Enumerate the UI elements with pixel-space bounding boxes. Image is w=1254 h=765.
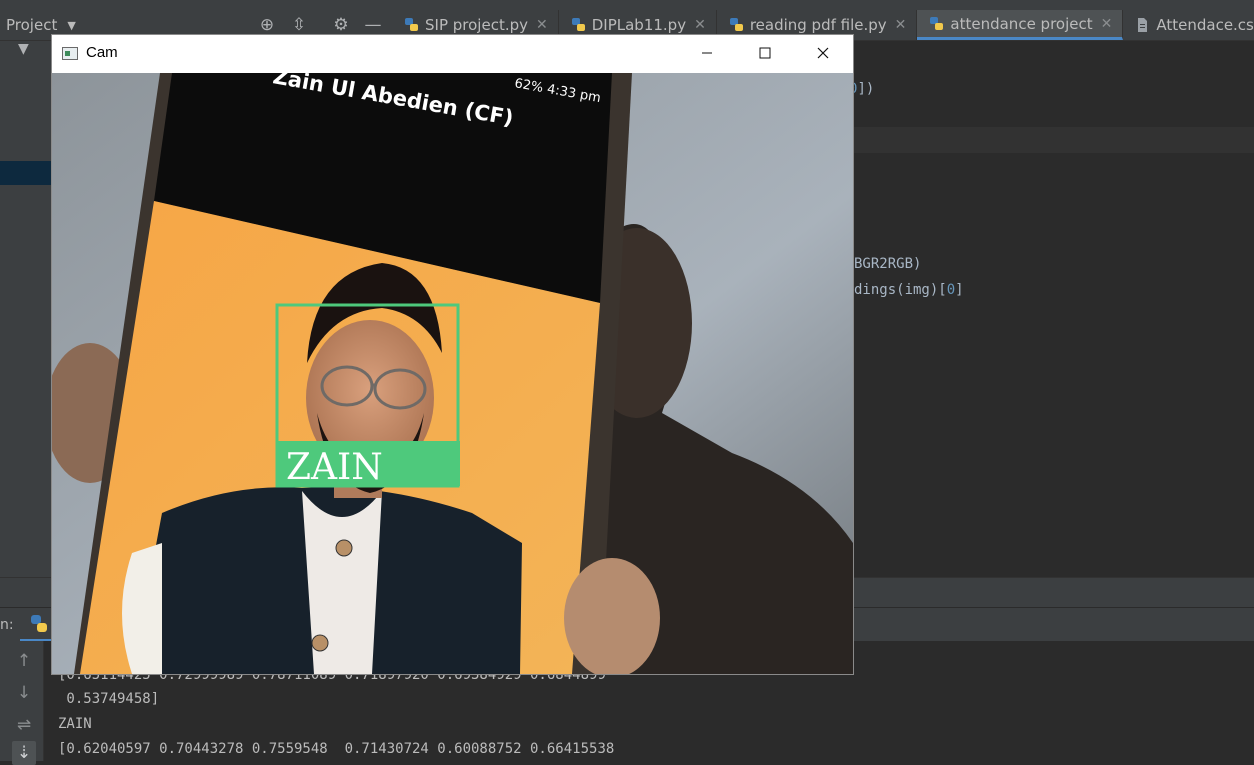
code-line-highlight	[854, 127, 1254, 153]
cam-title-bar[interactable]: Cam	[52, 35, 853, 73]
collapse-icon[interactable]: ⇳	[288, 14, 310, 36]
tab-label: reading pdf file.py	[749, 16, 887, 34]
close-icon[interactable]: ✕	[694, 17, 706, 33]
close-icon[interactable]: ✕	[1101, 16, 1113, 32]
code-line: BGR2RGB)	[854, 256, 922, 272]
text-file-icon	[1135, 17, 1150, 33]
arrow-down-icon[interactable]: ↓	[12, 681, 36, 705]
python-file-icon	[729, 17, 744, 33]
minimize-button[interactable]	[678, 35, 736, 73]
project-tree-panel: ▼	[0, 41, 52, 604]
editor-gap	[854, 41, 1254, 49]
console-line: [0.62040597 0.70443278 0.7559548 0.71430…	[58, 741, 615, 757]
close-icon[interactable]: ✕	[895, 17, 907, 33]
python-file-icon	[571, 17, 586, 33]
tab-label: DIPLab11.py	[591, 16, 687, 34]
gear-icon[interactable]: ⚙	[330, 14, 352, 36]
project-label: Project	[6, 16, 58, 34]
code-line: dings(img)[0]	[854, 282, 964, 298]
webcam-frame: 62% 4:33 pm Zain Ul Abedien (CF) ZAIN	[52, 73, 853, 674]
maximize-button[interactable]	[736, 35, 794, 73]
locate-icon[interactable]: ⊕	[256, 14, 278, 36]
console-line: 0.53749458]	[58, 691, 160, 707]
soft-wrap-icon[interactable]: ⇌	[12, 713, 36, 737]
close-button[interactable]	[794, 35, 852, 73]
detected-name-label: ZAIN	[286, 447, 383, 488]
python-file-icon	[929, 16, 944, 32]
tab-label: attendance project	[950, 14, 1093, 33]
python-icon[interactable]	[28, 613, 50, 635]
maximize-icon	[759, 47, 771, 59]
chevron-down-icon: ▼	[67, 18, 76, 32]
close-icon	[817, 47, 829, 59]
tab-label: SIP project.py	[425, 16, 528, 34]
webcam-scene: 62% 4:33 pm Zain Ul Abedien (CF) ZAIN	[52, 73, 853, 674]
python-file-icon	[404, 17, 419, 33]
console-line: ZAIN	[58, 716, 92, 732]
arrow-up-icon[interactable]: ↑	[12, 649, 36, 673]
cam-window: Cam 62% 4:33 pm Zain Ul Abedien (CF) ZAI…	[51, 34, 854, 675]
hide-icon[interactable]: —	[362, 14, 384, 36]
tab-label: Attendace.csv	[1156, 16, 1254, 34]
tree-selected-row[interactable]	[0, 161, 52, 185]
window-title: Cam	[86, 44, 118, 61]
scroll-to-end-icon[interactable]: ⇣	[12, 741, 36, 765]
minimize-icon	[702, 52, 712, 54]
console-toolbar: ↑ ↓ ⇌ ⇣	[0, 641, 44, 765]
close-icon[interactable]: ✕	[536, 17, 548, 33]
tab-attendance-project[interactable]: attendance project ✕	[917, 10, 1124, 40]
tab-attendace-csv[interactable]: Attendace.csv ✕	[1123, 10, 1254, 40]
run-label: n:	[0, 617, 14, 633]
opencv-window-icon	[62, 47, 78, 60]
tree-expand-icon[interactable]: ▼	[18, 41, 29, 57]
